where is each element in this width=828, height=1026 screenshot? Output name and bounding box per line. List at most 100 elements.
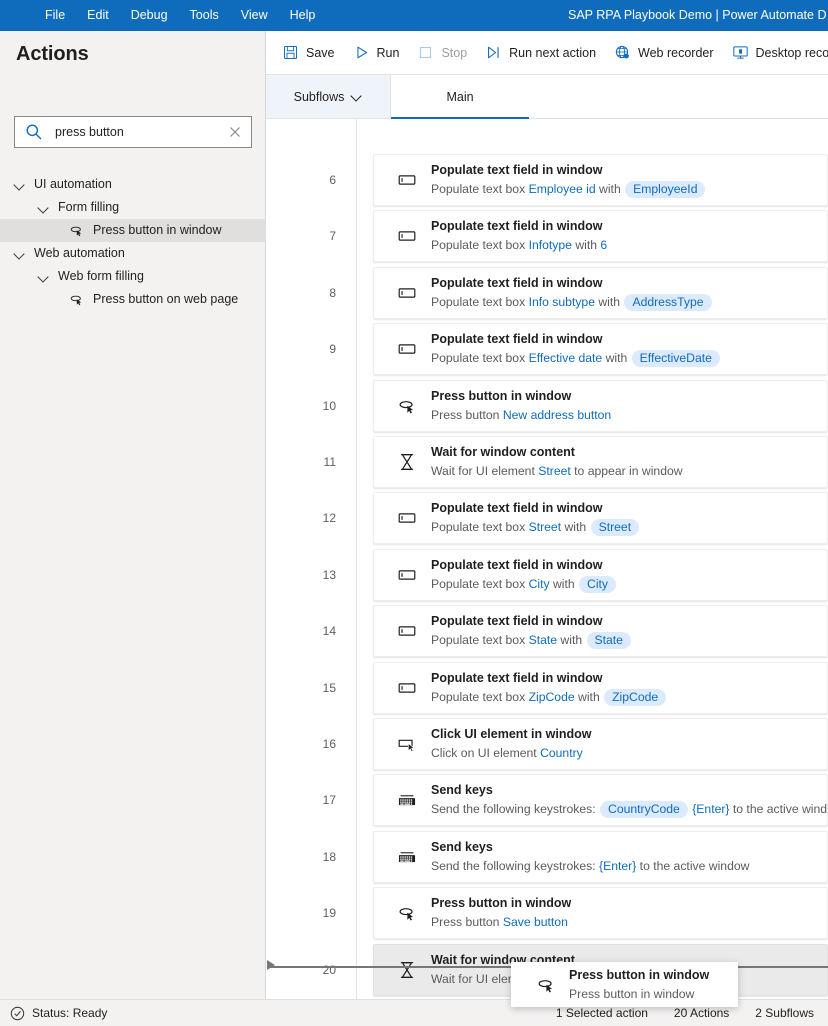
action-parameter-link[interactable]: State: [529, 633, 557, 647]
press-button-icon: [538, 979, 553, 993]
variable-pill[interactable]: AddressType: [624, 293, 712, 311]
variable-pill[interactable]: City: [579, 575, 617, 593]
action-parameter-link[interactable]: Effective date: [529, 351, 603, 365]
action-parameter-link[interactable]: Save button: [503, 915, 568, 929]
sidebar-item-form-filling[interactable]: Form filling: [0, 196, 266, 219]
action-row-title: Populate text field in window: [431, 557, 603, 572]
sidebar-item-press-button-on-web-page[interactable]: Press button on web page: [0, 288, 266, 311]
row-number: 16: [322, 737, 336, 751]
toolbar-button-label: Stop: [441, 45, 468, 60]
web-recorder-button[interactable]: Web recorder: [606, 38, 722, 68]
variable-pill[interactable]: EffectiveDate: [631, 350, 720, 368]
action-row-description: Send the following keystrokes: CountryCo…: [431, 800, 827, 819]
press-button-icon: [396, 395, 418, 417]
action-row[interactable]: Wait for window content Wait for UI eleme…: [373, 436, 828, 488]
action-row-title: Populate text field in window: [431, 670, 603, 685]
action-row-description: Populate text box ZipCode with ZipCode: [431, 688, 827, 706]
row-number: 13: [322, 567, 336, 582]
search-input[interactable]: press button: [14, 116, 252, 148]
action-parameter-link[interactable]: Street: [529, 520, 562, 534]
action-row-description: Populate text box Infotype with 6: [431, 236, 827, 254]
menu-item-help[interactable]: Help: [279, 0, 327, 31]
action-row-title: Populate text field in window: [431, 501, 603, 516]
action-parameter-link[interactable]: Employee id: [529, 182, 596, 196]
send-keys-icon: [398, 795, 416, 806]
sidebar-item-web-form-filling[interactable]: Web form filling: [0, 265, 266, 288]
chevron-down-icon[interactable]: [13, 247, 27, 261]
populate-text-field-icon: [398, 175, 416, 185]
action-parameter-link[interactable]: ZipCode: [529, 690, 575, 704]
action-row[interactable]: Populate text field in window Populate te…: [373, 266, 828, 319]
save-button[interactable]: Save: [274, 38, 343, 68]
status-right-group: 1 Selected action 20 Actions 2 Subflows: [556, 1006, 814, 1020]
action-parameter-link[interactable]: Infotype: [529, 238, 572, 252]
action-row[interactable]: Populate text field in window Populate te…: [373, 548, 828, 601]
run-button[interactable]: Run: [345, 38, 408, 68]
action-parameter-link[interactable]: New address button: [503, 408, 611, 422]
toolbar-button-label: Run: [376, 45, 400, 60]
menu-item-debug[interactable]: Debug: [120, 0, 179, 31]
menu-item-file[interactable]: File: [34, 0, 76, 31]
action-row-description: Click on UI element Country: [431, 744, 827, 762]
action-parameter-link[interactable]: Info subtype: [529, 295, 595, 309]
wait-icon: [400, 454, 414, 470]
action-row[interactable]: Populate text field in window Populate te…: [373, 661, 828, 714]
action-parameter-link[interactable]: City: [529, 577, 550, 591]
row-number: 8: [329, 285, 336, 300]
variable-pill[interactable]: CountryCode: [600, 801, 688, 819]
variable-pill[interactable]: EmployeeId: [625, 181, 706, 198]
line-number-gutter: 6 7 8 9 10 11 12 13 14 15 16 17 18 19 20: [266, 119, 357, 999]
sidebar-item-web-automation[interactable]: Web automation: [0, 242, 266, 265]
action-row[interactable]: Send keys Send the following keystrokes: …: [373, 774, 828, 827]
tab-main[interactable]: Main: [391, 75, 529, 119]
action-row[interactable]: Press button in window Press button Save …: [373, 887, 828, 940]
action-row-text: Click UI element in window Click on UI el…: [431, 726, 827, 762]
variable-pill[interactable]: State: [586, 632, 631, 650]
action-row[interactable]: Press button in window Press button New a…: [373, 379, 828, 432]
sidebar-item-label: Press button in window: [93, 223, 222, 237]
chevron-down-icon[interactable]: [37, 201, 51, 215]
drag-ghost-title: Press button in window: [569, 967, 710, 982]
action-row[interactable]: Populate text field in window Populate te…: [373, 492, 828, 545]
send-keys-icon: [398, 852, 416, 862]
sidebar-item-ui-automation[interactable]: UI automation: [0, 173, 266, 196]
action-parameter-link[interactable]: 6: [600, 238, 607, 252]
action-row[interactable]: Populate text field in window Populate te…: [373, 154, 828, 206]
flow-action-list[interactable]: 6 7 8 9 10 11 12 13 14 15 16 17 18 19 20 Populate text…: [266, 119, 828, 999]
action-row[interactable]: Populate text field in window Populate te…: [373, 323, 828, 376]
chevron-down-icon[interactable]: [37, 270, 51, 284]
action-row[interactable]: Populate text field in window Populate te…: [373, 210, 828, 263]
action-row[interactable]: Send keys Send the following keystrokes: …: [373, 830, 828, 883]
action-description-text: with: [574, 689, 604, 704]
row-number: 14: [322, 624, 336, 639]
action-parameter-link[interactable]: {Enter}: [689, 802, 729, 816]
action-description-text: with: [571, 238, 601, 253]
action-row[interactable]: Populate text field in window Populate te…: [373, 605, 828, 658]
menu-item-edit[interactable]: Edit: [76, 0, 120, 31]
populate-text-field-icon: [398, 682, 416, 693]
action-row[interactable]: Click UI element in window Click on UI el…: [373, 718, 828, 770]
action-row-title: Press button in window: [431, 896, 572, 911]
sidebar-item-press-button-in-window[interactable]: Press button in window: [0, 219, 266, 242]
action-parameter-link[interactable]: Street: [538, 464, 571, 478]
menu-item-tools[interactable]: Tools: [179, 0, 230, 31]
actions-tree: UI automation Form filling Press button in…: [0, 173, 266, 311]
variable-pill[interactable]: ZipCode: [604, 688, 667, 706]
run-next-action-button[interactable]: Run next action: [477, 38, 604, 68]
close-icon[interactable]: [227, 124, 243, 140]
chevron-down-icon[interactable]: [13, 178, 27, 192]
desktop-recorder-button[interactable]: Desktop recorder: [724, 38, 828, 68]
run-icon: [353, 44, 370, 61]
variable-pill[interactable]: Street: [590, 519, 640, 537]
action-parameter-link[interactable]: Country: [540, 746, 583, 760]
actions-panel: Actions press button UI automation Form f…: [0, 31, 266, 999]
populate-text-field-icon: [396, 225, 418, 247]
action-parameter-link[interactable]: {Enter}: [599, 859, 636, 873]
subflow-count: 2 Subflows: [755, 1006, 814, 1020]
toolbar-button-label: Run next action: [509, 45, 597, 60]
menu-item-view[interactable]: View: [230, 0, 279, 31]
action-row-text: Press button in window Press button Save …: [431, 895, 827, 931]
row-number: 11: [323, 455, 336, 469]
populate-text-field-icon: [398, 626, 416, 636]
tab-subflows[interactable]: Subflows: [266, 75, 391, 118]
